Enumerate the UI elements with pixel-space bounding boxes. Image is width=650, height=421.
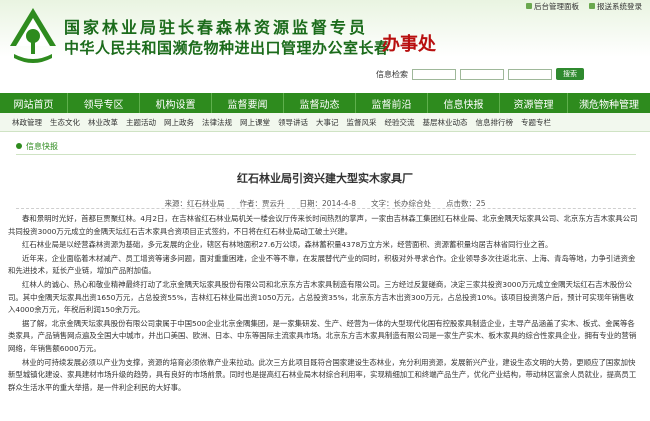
article-paragraph: 红林人的诚心、热心和敬业精神最终打动了北京金隅天坛家具股份有限公司和北京东方吉木… bbox=[8, 279, 634, 315]
nav-supervision-frontier[interactable]: 监督前沿 bbox=[356, 93, 428, 113]
site-title-line2: 中华人民共和国濒危物种进出口管理办公室长春 bbox=[64, 39, 390, 57]
site-title-office: 办事处 bbox=[382, 34, 436, 55]
subnav-item[interactable]: 经验交流 bbox=[385, 117, 415, 128]
search-category-select[interactable] bbox=[460, 68, 504, 80]
subnav-item[interactable]: 生态文化 bbox=[50, 117, 80, 128]
nav-endangered-species[interactable]: 濒危物种管理 bbox=[568, 93, 650, 113]
nav-leaders[interactable]: 领导专区 bbox=[68, 93, 140, 113]
subnav-item[interactable]: 网上政务 bbox=[164, 117, 194, 128]
divider bbox=[16, 208, 636, 209]
search-input[interactable] bbox=[412, 68, 456, 80]
main-nav: 网站首页 领导专区 机构设置 监督要闻 监督动态 监督前沿 信息快报 资源管理 … bbox=[0, 93, 650, 113]
nav-supervision-news[interactable]: 监督要闻 bbox=[212, 93, 284, 113]
subnav-item[interactable]: 专题专栏 bbox=[521, 117, 551, 128]
subnav-item[interactable]: 基层林业动态 bbox=[423, 117, 468, 128]
nav-news-flash[interactable]: 信息快报 bbox=[428, 93, 500, 113]
bullet-icon bbox=[16, 143, 22, 149]
site-header: 国家林业局驻长春森林资源监督专员 中华人民共和国濒危物种进出口管理办公室长春 办… bbox=[0, 0, 650, 95]
subnav-item[interactable]: 信息排行榜 bbox=[476, 117, 514, 128]
subnav-item[interactable]: 大事记 bbox=[316, 117, 339, 128]
sub-nav: 林政管理 生态文化 林业改革 主题活动 网上政务 法律法规 网上课堂 领导讲话 … bbox=[0, 113, 650, 132]
report-login-link[interactable]: 报送系统登录 bbox=[589, 1, 642, 12]
nav-home[interactable]: 网站首页 bbox=[0, 93, 68, 113]
top-links: 后台管理面板 报送系统登录 bbox=[526, 0, 650, 12]
article-paragraph: 林业的可持续发展必须以产业为支撑，资源的培育必须依靠产业来拉动。此次三方此项目既… bbox=[8, 357, 637, 392]
breadcrumb: 信息快报 bbox=[16, 140, 636, 152]
search-label: 信息检索 bbox=[376, 69, 408, 79]
subnav-item[interactable]: 网上课堂 bbox=[240, 117, 270, 128]
search-button[interactable]: 搜索 bbox=[556, 68, 584, 80]
nav-resource-management[interactable]: 资源管理 bbox=[500, 93, 568, 113]
nav-supervision-updates[interactable]: 监督动态 bbox=[284, 93, 356, 113]
admin-link[interactable]: 后台管理面板 bbox=[526, 1, 579, 12]
breadcrumb-label[interactable]: 信息快报 bbox=[26, 141, 58, 152]
article-title: 红石林业局引资兴建大型实木家具厂 bbox=[237, 172, 413, 185]
subnav-item[interactable]: 林政管理 bbox=[12, 117, 42, 128]
login-icon bbox=[589, 3, 595, 9]
search-bar: 信息检索 搜索 bbox=[376, 68, 584, 80]
subnav-item[interactable]: 法律法规 bbox=[202, 117, 232, 128]
site-title-line1: 国家林业局驻长春森林资源监督专员 bbox=[64, 18, 369, 37]
home-icon bbox=[526, 3, 532, 9]
subnav-item[interactable]: 林业改革 bbox=[88, 117, 118, 128]
article-paragraph: 红石林业局是以经营森林资源为基础，多元发展的企业，辖区有林地面积27.6万公顷，… bbox=[22, 240, 553, 250]
divider bbox=[16, 154, 636, 155]
nav-organization[interactable]: 机构设置 bbox=[140, 93, 212, 113]
article-body: 春和景明时光好，首都巨贾聚红林。4月2日，在吉林省红石林业局机关一楼会议厅传来长… bbox=[8, 213, 640, 395]
subnav-item[interactable]: 监督风采 bbox=[347, 117, 377, 128]
article-paragraph: 近年来，企业面临着木材减产、员工增资等诸多问题，面对重重困难，企业不等不靠，在发… bbox=[8, 253, 636, 276]
forestry-logo-icon bbox=[10, 8, 56, 63]
subnav-item[interactable]: 领导讲话 bbox=[278, 117, 308, 128]
article-paragraph: 据了解，北京金隅天坛家具股份有限公司隶属于中国500企业北京金隅集团，是一家集研… bbox=[8, 318, 637, 353]
article-paragraph: 春和景明时光好，首都巨贾聚红林。4月2日，在吉林省红石林业局机关一楼会议厅传来长… bbox=[8, 214, 638, 236]
search-scope-select[interactable] bbox=[508, 68, 552, 80]
subnav-item[interactable]: 主题活动 bbox=[126, 117, 156, 128]
